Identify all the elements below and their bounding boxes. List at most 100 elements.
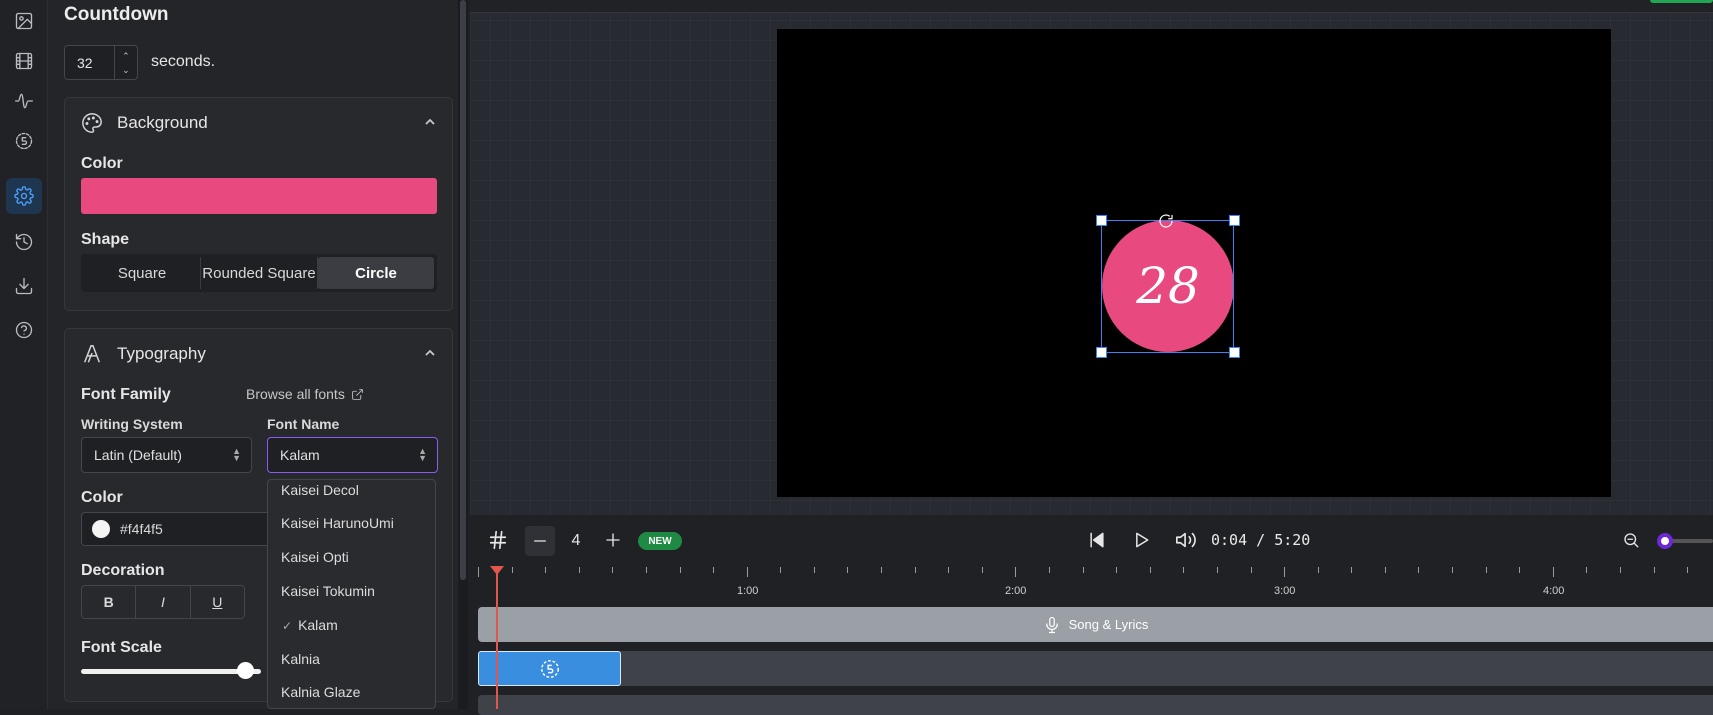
rotate-icon[interactable]	[1157, 212, 1175, 230]
song-lyrics-track[interactable]: Song & Lyrics	[478, 607, 1713, 642]
play-icon[interactable]	[1128, 527, 1154, 553]
time-label: 1:00	[737, 585, 759, 597]
font-name-label: Font Name	[267, 416, 340, 432]
playhead-handle[interactable]	[490, 566, 504, 575]
chevron-up-icon[interactable]	[424, 346, 436, 358]
resize-handle-bl[interactable]	[1096, 347, 1107, 358]
download-icon[interactable]	[6, 268, 42, 304]
resize-handle-br[interactable]	[1229, 347, 1240, 358]
background-color-label: Color	[81, 155, 123, 172]
ruler-tick	[1284, 567, 1286, 577]
zoom-out-icon[interactable]	[1620, 529, 1642, 551]
seconds-input[interactable]: 32 ⌃ ⌄	[64, 45, 138, 80]
shape-rounded-square-button[interactable]: Rounded Square	[201, 257, 318, 289]
extra-track[interactable]	[478, 695, 1713, 715]
ruler-tick	[1149, 567, 1151, 573]
countdown-clip[interactable]	[478, 651, 621, 686]
grid-icon[interactable]	[485, 527, 511, 553]
background-header-label: Background	[117, 113, 208, 132]
waveform-icon[interactable]	[6, 83, 42, 119]
ruler-tick	[1351, 567, 1353, 573]
font-option-selected[interactable]: ✓ Kalam	[282, 617, 338, 633]
font-option[interactable]: Kalnia	[281, 651, 320, 667]
background-header[interactable]: Background	[81, 112, 208, 134]
grid-decrease-button[interactable]	[525, 526, 555, 556]
font-scale-knob[interactable]	[237, 662, 254, 679]
chevron-down-icon[interactable]: ⌄	[122, 63, 130, 77]
export-button-edge[interactable]	[1650, 0, 1713, 3]
ruler-tick	[780, 567, 782, 573]
ruler-tick	[713, 567, 715, 573]
writing-system-select[interactable]: Latin (Default) ▲ ▼	[81, 437, 252, 473]
zoom-slider-knob[interactable]	[1657, 533, 1673, 549]
shape-label: Shape	[81, 231, 130, 248]
font-option[interactable]: Kaisei Decol	[281, 482, 359, 498]
time-label: 4:00	[1543, 585, 1565, 597]
font-option[interactable]: Kaisei HarunoUmi	[281, 515, 394, 531]
font-name-select[interactable]: Kalam ▲ ▼	[267, 437, 438, 473]
countdown-track[interactable]	[478, 651, 1713, 686]
background-color-swatch[interactable]	[81, 178, 437, 214]
shape-square-button[interactable]: Square	[84, 257, 201, 289]
time-label: 2:00	[1005, 585, 1027, 597]
browse-fonts-link[interactable]: Browse all fonts	[246, 386, 364, 402]
chevron-up-icon[interactable]: ⌃	[122, 49, 130, 63]
font-scale-slider[interactable]	[81, 669, 261, 674]
resize-handle-tl[interactable]	[1096, 215, 1107, 226]
ruler-tick	[813, 567, 815, 573]
ruler-tick	[1015, 567, 1017, 577]
ruler-tick	[847, 567, 849, 573]
font-icon	[83, 345, 101, 363]
font-option[interactable]: Kaisei Tokumin	[281, 583, 375, 599]
song-lyrics-label: Song & Lyrics	[1068, 617, 1149, 632]
scrollbar-thumb[interactable]	[460, 0, 466, 580]
bold-button[interactable]: B	[82, 586, 137, 618]
ruler-tick	[612, 567, 614, 573]
ruler-tick	[1619, 567, 1621, 573]
text-color-label: Color	[81, 489, 123, 506]
resize-handle-tr[interactable]	[1229, 215, 1240, 226]
help-icon[interactable]	[6, 312, 42, 348]
volume-icon[interactable]	[1172, 527, 1200, 553]
ruler-tick	[1519, 567, 1521, 573]
text-color-input[interactable]: #f4f4f5	[81, 512, 271, 546]
ruler-tick	[981, 567, 983, 573]
seconds-value: 32	[77, 54, 93, 71]
shape-circle-button[interactable]: Circle	[318, 257, 434, 289]
countdown-icon	[540, 659, 559, 678]
underline-button[interactable]: U	[191, 586, 244, 618]
history-icon[interactable]	[6, 224, 42, 260]
timeline-ruler[interactable]	[470, 567, 1713, 607]
font-option[interactable]: Kalnia Glaze	[281, 684, 360, 700]
microphone-icon	[1045, 616, 1058, 633]
grid-increase-button[interactable]	[600, 527, 626, 553]
skip-back-icon[interactable]	[1084, 527, 1110, 553]
typography-header-label: Typography	[117, 344, 206, 363]
ruler-tick	[1317, 567, 1319, 573]
browse-fonts-label: Browse all fonts	[246, 386, 345, 402]
ruler-tick	[578, 567, 580, 573]
image-icon[interactable]	[6, 3, 42, 39]
film-icon[interactable]	[6, 43, 42, 79]
text-color-dot	[92, 520, 110, 538]
seconds-label: seconds.	[151, 53, 216, 70]
panel-scrollbar[interactable]	[458, 0, 468, 709]
writing-system-label: Writing System	[81, 416, 183, 432]
chevron-up-icon[interactable]	[424, 115, 436, 127]
typography-header[interactable]: Typography	[81, 343, 206, 365]
font-option-selected-label: Kalam	[298, 617, 338, 633]
background-card: Background Color Shape Square Rounded Sq…	[64, 97, 453, 311]
italic-button[interactable]: I	[136, 586, 191, 618]
panel-title: Countdown	[64, 4, 169, 25]
font-scale-label: Font Scale	[81, 639, 162, 656]
settings-icon[interactable]	[6, 178, 42, 214]
icon-rail	[0, 0, 48, 709]
time-display: 0:04 / 5:20	[1211, 531, 1311, 549]
countdown-icon[interactable]	[6, 123, 42, 159]
ruler-tick	[478, 567, 479, 577]
selection-box	[1101, 220, 1234, 353]
font-family-label: Font Family	[81, 386, 171, 403]
playhead[interactable]	[496, 568, 498, 709]
font-option[interactable]: Kaisei Opti	[281, 549, 349, 565]
seconds-stepper[interactable]: ⌃ ⌄	[113, 46, 137, 79]
